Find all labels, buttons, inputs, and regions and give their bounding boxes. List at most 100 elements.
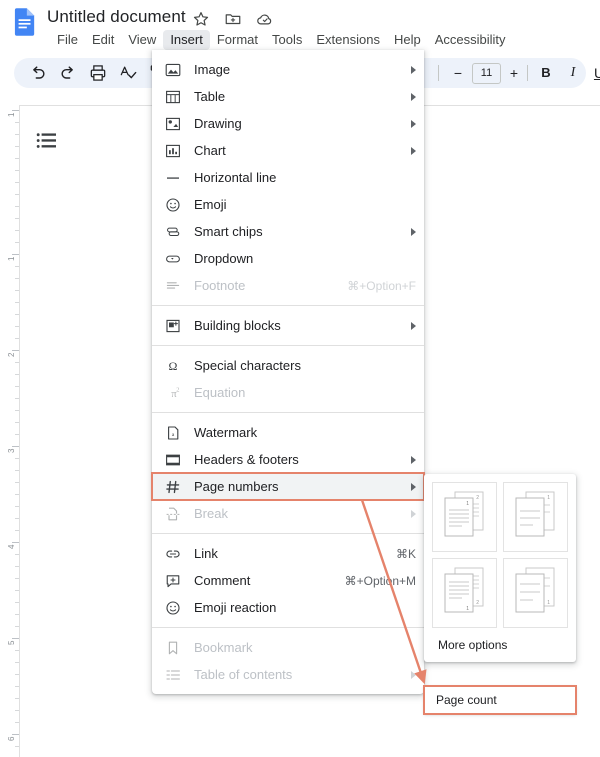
menu-item-comment[interactable]: Comment ⌘+Option+M (152, 567, 424, 594)
ruler-label-6: 6 (6, 736, 16, 741)
menu-item-building-blocks[interactable]: Building blocks (152, 312, 424, 339)
page-number-bottom-right-skip-first-option[interactable]: 1 (503, 558, 568, 628)
font-size-decrease-button[interactable]: − (448, 63, 468, 83)
footnote-icon (164, 277, 182, 295)
redo-icon[interactable] (58, 63, 78, 83)
title-bar: Untitled document File Edit View Insert … (0, 0, 600, 52)
menu-item-label: Chart (194, 143, 226, 158)
link-icon (164, 545, 182, 563)
svg-text:1: 1 (547, 600, 550, 606)
menu-item-shortcut: ⌘+Option+F (347, 278, 416, 293)
chart-icon (164, 142, 182, 160)
menu-item-label: Emoji (194, 197, 227, 212)
menu-item-watermark[interactable]: a Watermark (152, 419, 424, 446)
star-icon[interactable] (192, 10, 210, 28)
menu-item-emoji[interactable]: Emoji (152, 191, 424, 218)
cloud-saved-icon[interactable] (256, 10, 274, 28)
menu-accessibility[interactable]: Accessibility (428, 30, 513, 50)
menu-item-shortcut: ⌘K (395, 546, 416, 561)
menu-item-chart[interactable]: Chart (152, 137, 424, 164)
page-count-item[interactable]: Page count (423, 685, 577, 715)
menu-format[interactable]: Format (210, 30, 265, 50)
ruler-label-4: 4 (6, 544, 16, 549)
menu-item-link[interactable]: Link ⌘K (152, 540, 424, 567)
toolbar-divider-1 (438, 65, 439, 81)
menu-item-shortcut: ⌘+Option+M (344, 573, 416, 588)
svg-text:2: 2 (476, 495, 479, 501)
italic-button[interactable]: I (563, 63, 583, 83)
vertical-ruler[interactable]: 1 1 2 3 4 5 6 (0, 104, 19, 757)
ruler-label-1: 1 (6, 256, 16, 261)
document-title[interactable]: Untitled document (47, 7, 186, 27)
page-numbers-submenu: 2 1 1 2 1 1 More options (424, 474, 576, 662)
spellcheck-icon[interactable] (118, 63, 138, 83)
menu-item-emoji-reaction[interactable]: Emoji reaction (152, 594, 424, 621)
menu-item-table[interactable]: Table (152, 83, 424, 110)
image-icon (164, 61, 182, 79)
menu-item-page-numbers[interactable]: Page numbers (151, 472, 425, 501)
drawing-icon (164, 115, 182, 133)
menu-item-headers-footers[interactable]: Headers & footers (152, 446, 424, 473)
menu-separator (152, 305, 424, 306)
menu-edit[interactable]: Edit (85, 30, 121, 50)
menu-item-horizontal-line[interactable]: Horizontal line (152, 164, 424, 191)
menu-item-image[interactable]: Image (152, 56, 424, 83)
menu-tools[interactable]: Tools (265, 30, 309, 50)
chevron-right-icon (411, 65, 416, 74)
svg-text:1: 1 (466, 606, 469, 612)
break-icon (164, 505, 182, 523)
menu-bar: File Edit View Insert Format Tools Exten… (50, 30, 513, 50)
font-size-increase-button[interactable]: + (504, 63, 524, 83)
insert-dropdown-menu: Image Table Drawing Chart Horizontal lin… (151, 50, 425, 694)
svg-text:2: 2 (176, 386, 179, 393)
menu-insert[interactable]: Insert (163, 30, 210, 50)
chevron-right-icon (411, 227, 416, 236)
menu-item-label: Dropdown (194, 251, 254, 266)
chevron-right-icon (411, 146, 416, 155)
table-of-contents-icon (164, 666, 182, 684)
page-number-thumbnail-grid: 2 1 1 2 1 1 (424, 482, 576, 628)
undo-icon[interactable] (28, 63, 48, 83)
menu-item-label: Comment (194, 573, 251, 588)
menu-item-special-characters[interactable]: Ω Special characters (152, 352, 424, 379)
page-number-bottom-right-all-pages-option[interactable]: 2 1 (432, 558, 497, 628)
move-to-folder-icon[interactable] (224, 10, 242, 28)
chevron-right-icon (411, 119, 416, 128)
special-characters-icon: Ω (164, 357, 182, 375)
menu-item-label: Table of contents (194, 667, 293, 682)
menu-help[interactable]: Help (387, 30, 428, 50)
title-action-icons (192, 10, 274, 28)
bookmark-icon (164, 639, 182, 657)
menu-item-label: Headers & footers (194, 452, 299, 467)
building-blocks-icon (164, 317, 182, 335)
page-number-top-right-skip-first-option[interactable]: 1 (503, 482, 568, 552)
bulleted-list-icon (36, 133, 56, 148)
page-number-top-right-all-pages-option[interactable]: 2 1 (432, 482, 497, 552)
menu-item-label: Link (194, 546, 218, 561)
menu-item-break[interactable]: Break (152, 500, 424, 527)
page-numbers-icon (164, 478, 182, 496)
menu-item-footnote[interactable]: Footnote ⌘+Option+F (152, 272, 424, 299)
menu-item-smart-chips[interactable]: Smart chips (152, 218, 424, 245)
chevron-right-icon (411, 670, 416, 679)
page-count-label: Page count (436, 693, 497, 707)
menu-item-equation[interactable]: π 2 Equation (152, 379, 424, 406)
more-options-item[interactable]: More options (424, 628, 576, 656)
menu-file[interactable]: File (50, 30, 85, 50)
menu-item-table-of-contents[interactable]: Table of contents (152, 661, 424, 688)
menu-item-dropdown[interactable]: Dropdown (152, 245, 424, 272)
dropdown-icon (164, 250, 182, 268)
menu-item-label: Equation (194, 385, 246, 400)
menu-view[interactable]: View (121, 30, 163, 50)
menu-extensions[interactable]: Extensions (309, 30, 387, 50)
bold-button[interactable]: B (536, 63, 556, 83)
font-size-input[interactable]: 11 (472, 63, 501, 84)
menu-item-bookmark[interactable]: Bookmark (152, 634, 424, 661)
menu-item-label: Footnote (194, 278, 246, 293)
google-docs-window: Untitled document File Edit View Insert … (0, 0, 600, 757)
table-icon (164, 88, 182, 106)
underline-button[interactable]: U (589, 63, 600, 83)
print-icon[interactable] (88, 63, 108, 83)
menu-item-drawing[interactable]: Drawing (152, 110, 424, 137)
menu-separator (152, 345, 424, 346)
